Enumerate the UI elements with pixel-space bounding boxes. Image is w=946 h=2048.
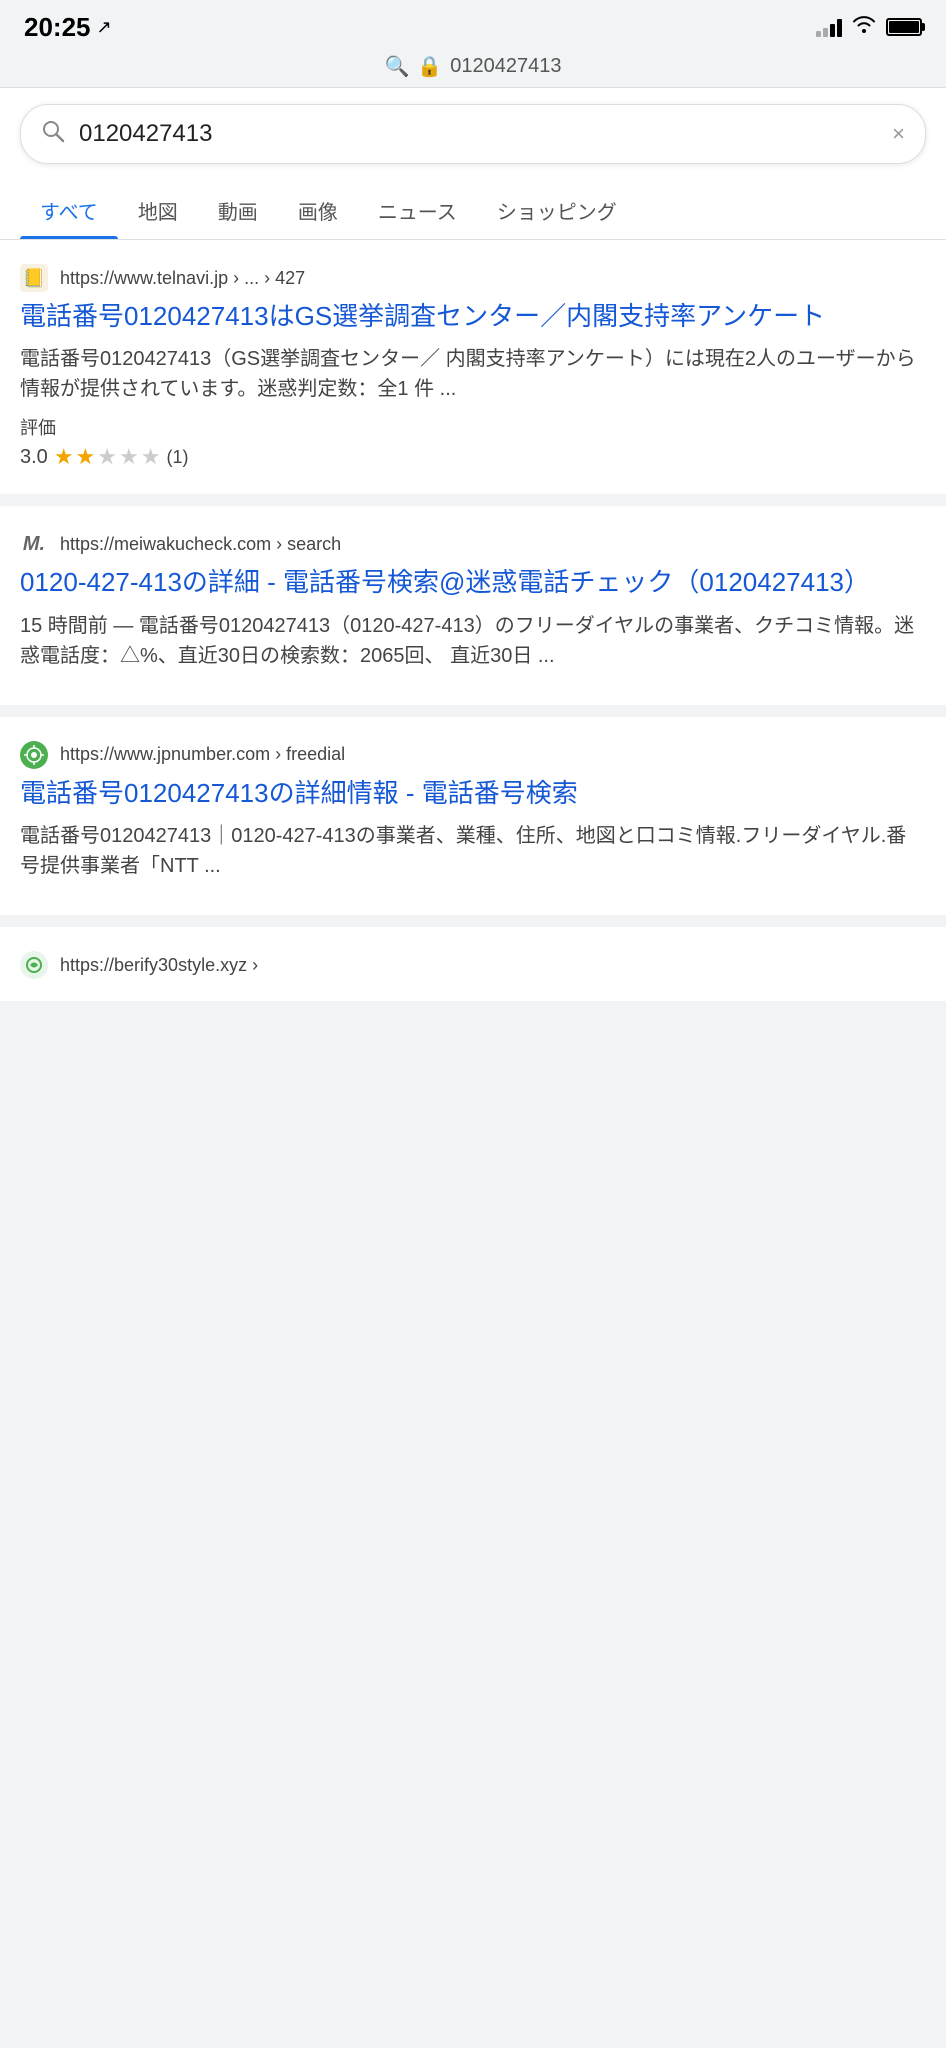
- rating-label-1: 評価: [20, 414, 926, 440]
- status-icons: [816, 15, 922, 39]
- favicon-jpnumber: [20, 741, 48, 769]
- url-lock-icon: 🔒: [417, 54, 442, 79]
- star-1-5: ★: [141, 444, 161, 470]
- result-site-3: https://www.jpnumber.com › freedial: [20, 741, 926, 769]
- battery-icon: [886, 18, 922, 36]
- location-icon: ↗: [97, 17, 112, 38]
- search-container: 0120427413 ×: [0, 88, 946, 180]
- result-site-1: 📒 https://www.telnavi.jp › ... › 427: [20, 264, 926, 292]
- result-card-2: M. https://meiwakucheck.com › search 012…: [0, 506, 946, 704]
- result-card-1: 📒 https://www.telnavi.jp › ... › 427 電話番…: [0, 240, 946, 494]
- result-title-2[interactable]: 0120-427-413の詳細 - 電話番号検索@迷惑電話チェック（012042…: [20, 564, 926, 600]
- status-time: 20:25 ↗: [24, 12, 112, 43]
- rating-score-1: 3.0: [20, 446, 48, 469]
- time-display: 20:25: [24, 12, 91, 43]
- results-container: 📒 https://www.telnavi.jp › ... › 427 電話番…: [0, 240, 946, 1001]
- search-icon: [41, 119, 65, 149]
- result-snippet-3: 電話番号0120427413｜0120-427-413の事業者、業種、住所、地図…: [20, 821, 926, 881]
- site-url-2: https://meiwakucheck.com › search: [60, 534, 341, 555]
- search-tabs: すべて 地図 動画 画像 ニュース ショッピング: [0, 180, 946, 240]
- site-url-1: https://www.telnavi.jp › ... › 427: [60, 268, 305, 289]
- wifi-icon: [852, 15, 876, 39]
- result-title-1[interactable]: 電話番号0120427413はGS選挙調査センター／内閣支持率アンケート: [20, 298, 926, 334]
- favicon-meiwaku: M.: [20, 530, 48, 558]
- star-1-3: ★: [97, 444, 117, 470]
- signal-bars-icon: [816, 17, 842, 37]
- favicon-telnavi: 📒: [20, 264, 48, 292]
- result-site-2: M. https://meiwakucheck.com › search: [20, 530, 926, 558]
- search-box[interactable]: 0120427413 ×: [20, 104, 926, 164]
- star-1-1: ★: [54, 444, 74, 470]
- favicon-berify: [20, 951, 48, 979]
- rating-row-1: 3.0 ★ ★ ★ ★ ★ (1): [20, 444, 926, 470]
- tab-video[interactable]: 動画: [198, 180, 278, 239]
- rating-count-1: (1): [166, 447, 188, 468]
- url-search-icon: 🔍: [384, 54, 409, 79]
- star-1-2: ★: [76, 444, 96, 470]
- result-site-4: https://berify30style.xyz ›: [20, 951, 926, 979]
- status-bar: 20:25 ↗: [0, 0, 946, 50]
- stars-1: ★ ★ ★ ★ ★: [54, 444, 161, 470]
- tab-all[interactable]: すべて: [20, 180, 118, 239]
- site-url-3: https://www.jpnumber.com › freedial: [60, 744, 345, 765]
- tab-news[interactable]: ニュース: [358, 180, 477, 239]
- tab-map[interactable]: 地図: [118, 180, 198, 239]
- tab-image[interactable]: 画像: [278, 180, 358, 239]
- result-title-3[interactable]: 電話番号0120427413の詳細情報 - 電話番号検索: [20, 775, 926, 811]
- url-text: 0120427413: [450, 55, 561, 78]
- url-bar[interactable]: 🔍 🔒 0120427413: [0, 50, 946, 88]
- search-input[interactable]: 0120427413: [79, 120, 878, 148]
- result-snippet-2: 15 時間前 — 電話番号0120427413（0120-427-413）のフリ…: [20, 611, 926, 671]
- result-card-3: https://www.jpnumber.com › freedial 電話番号…: [0, 717, 946, 915]
- site-url-4: https://berify30style.xyz ›: [60, 955, 258, 976]
- tab-shopping[interactable]: ショッピング: [477, 180, 637, 239]
- result-card-4: https://berify30style.xyz ›: [0, 927, 946, 1001]
- star-1-4: ★: [119, 444, 139, 470]
- clear-search-button[interactable]: ×: [892, 121, 905, 147]
- result-snippet-1: 電話番号0120427413（GS選挙調査センター／ 内閣支持率アンケート）には…: [20, 344, 926, 404]
